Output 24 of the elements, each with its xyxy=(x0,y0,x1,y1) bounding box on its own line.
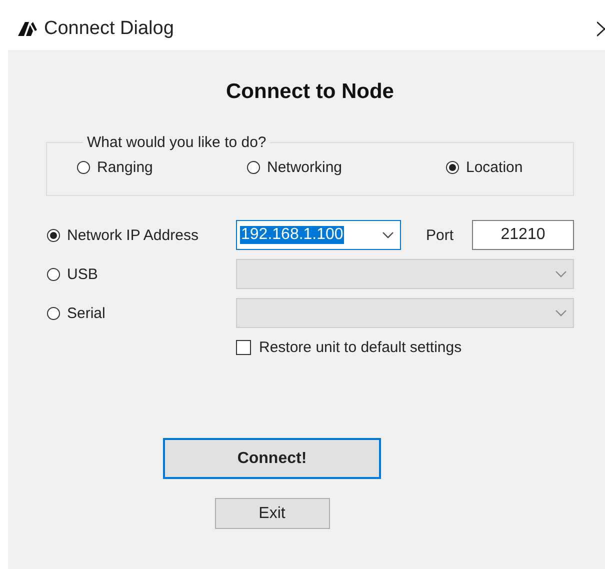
dropdown[interactable]: 192.168.1.100 xyxy=(236,220,401,250)
exit-button[interactable]: Exit xyxy=(214,498,330,529)
chevron-down-icon xyxy=(555,309,567,317)
port-label: Port xyxy=(426,226,455,244)
radio-button[interactable] xyxy=(446,161,459,174)
radio-button[interactable] xyxy=(77,161,90,174)
radio-label[interactable]: Network IP Address xyxy=(67,226,198,244)
radio-label[interactable]: Location xyxy=(466,159,523,176)
close-icon[interactable] xyxy=(597,21,605,37)
app-logo-icon xyxy=(18,22,38,36)
radio-label[interactable]: Networking xyxy=(267,159,342,176)
chevron-down-icon xyxy=(382,231,394,239)
chevron-down-icon xyxy=(555,270,567,278)
radio-button[interactable] xyxy=(47,228,60,242)
radio-button[interactable] xyxy=(247,161,260,174)
checkbox[interactable] xyxy=(236,340,251,355)
dropdown-value: 192.168.1.100 xyxy=(240,226,344,244)
port-field[interactable]: 21210 xyxy=(472,220,574,250)
radio-label[interactable]: Ranging xyxy=(97,159,153,176)
checkbox-label[interactable]: Restore unit to default settings xyxy=(259,339,462,356)
group-label: What would you like to do? xyxy=(86,134,268,151)
dialog-heading: Connect to Node xyxy=(225,80,395,104)
window-title: Connect Dialog xyxy=(44,18,175,40)
connect-button[interactable]: Connect! xyxy=(163,438,381,479)
